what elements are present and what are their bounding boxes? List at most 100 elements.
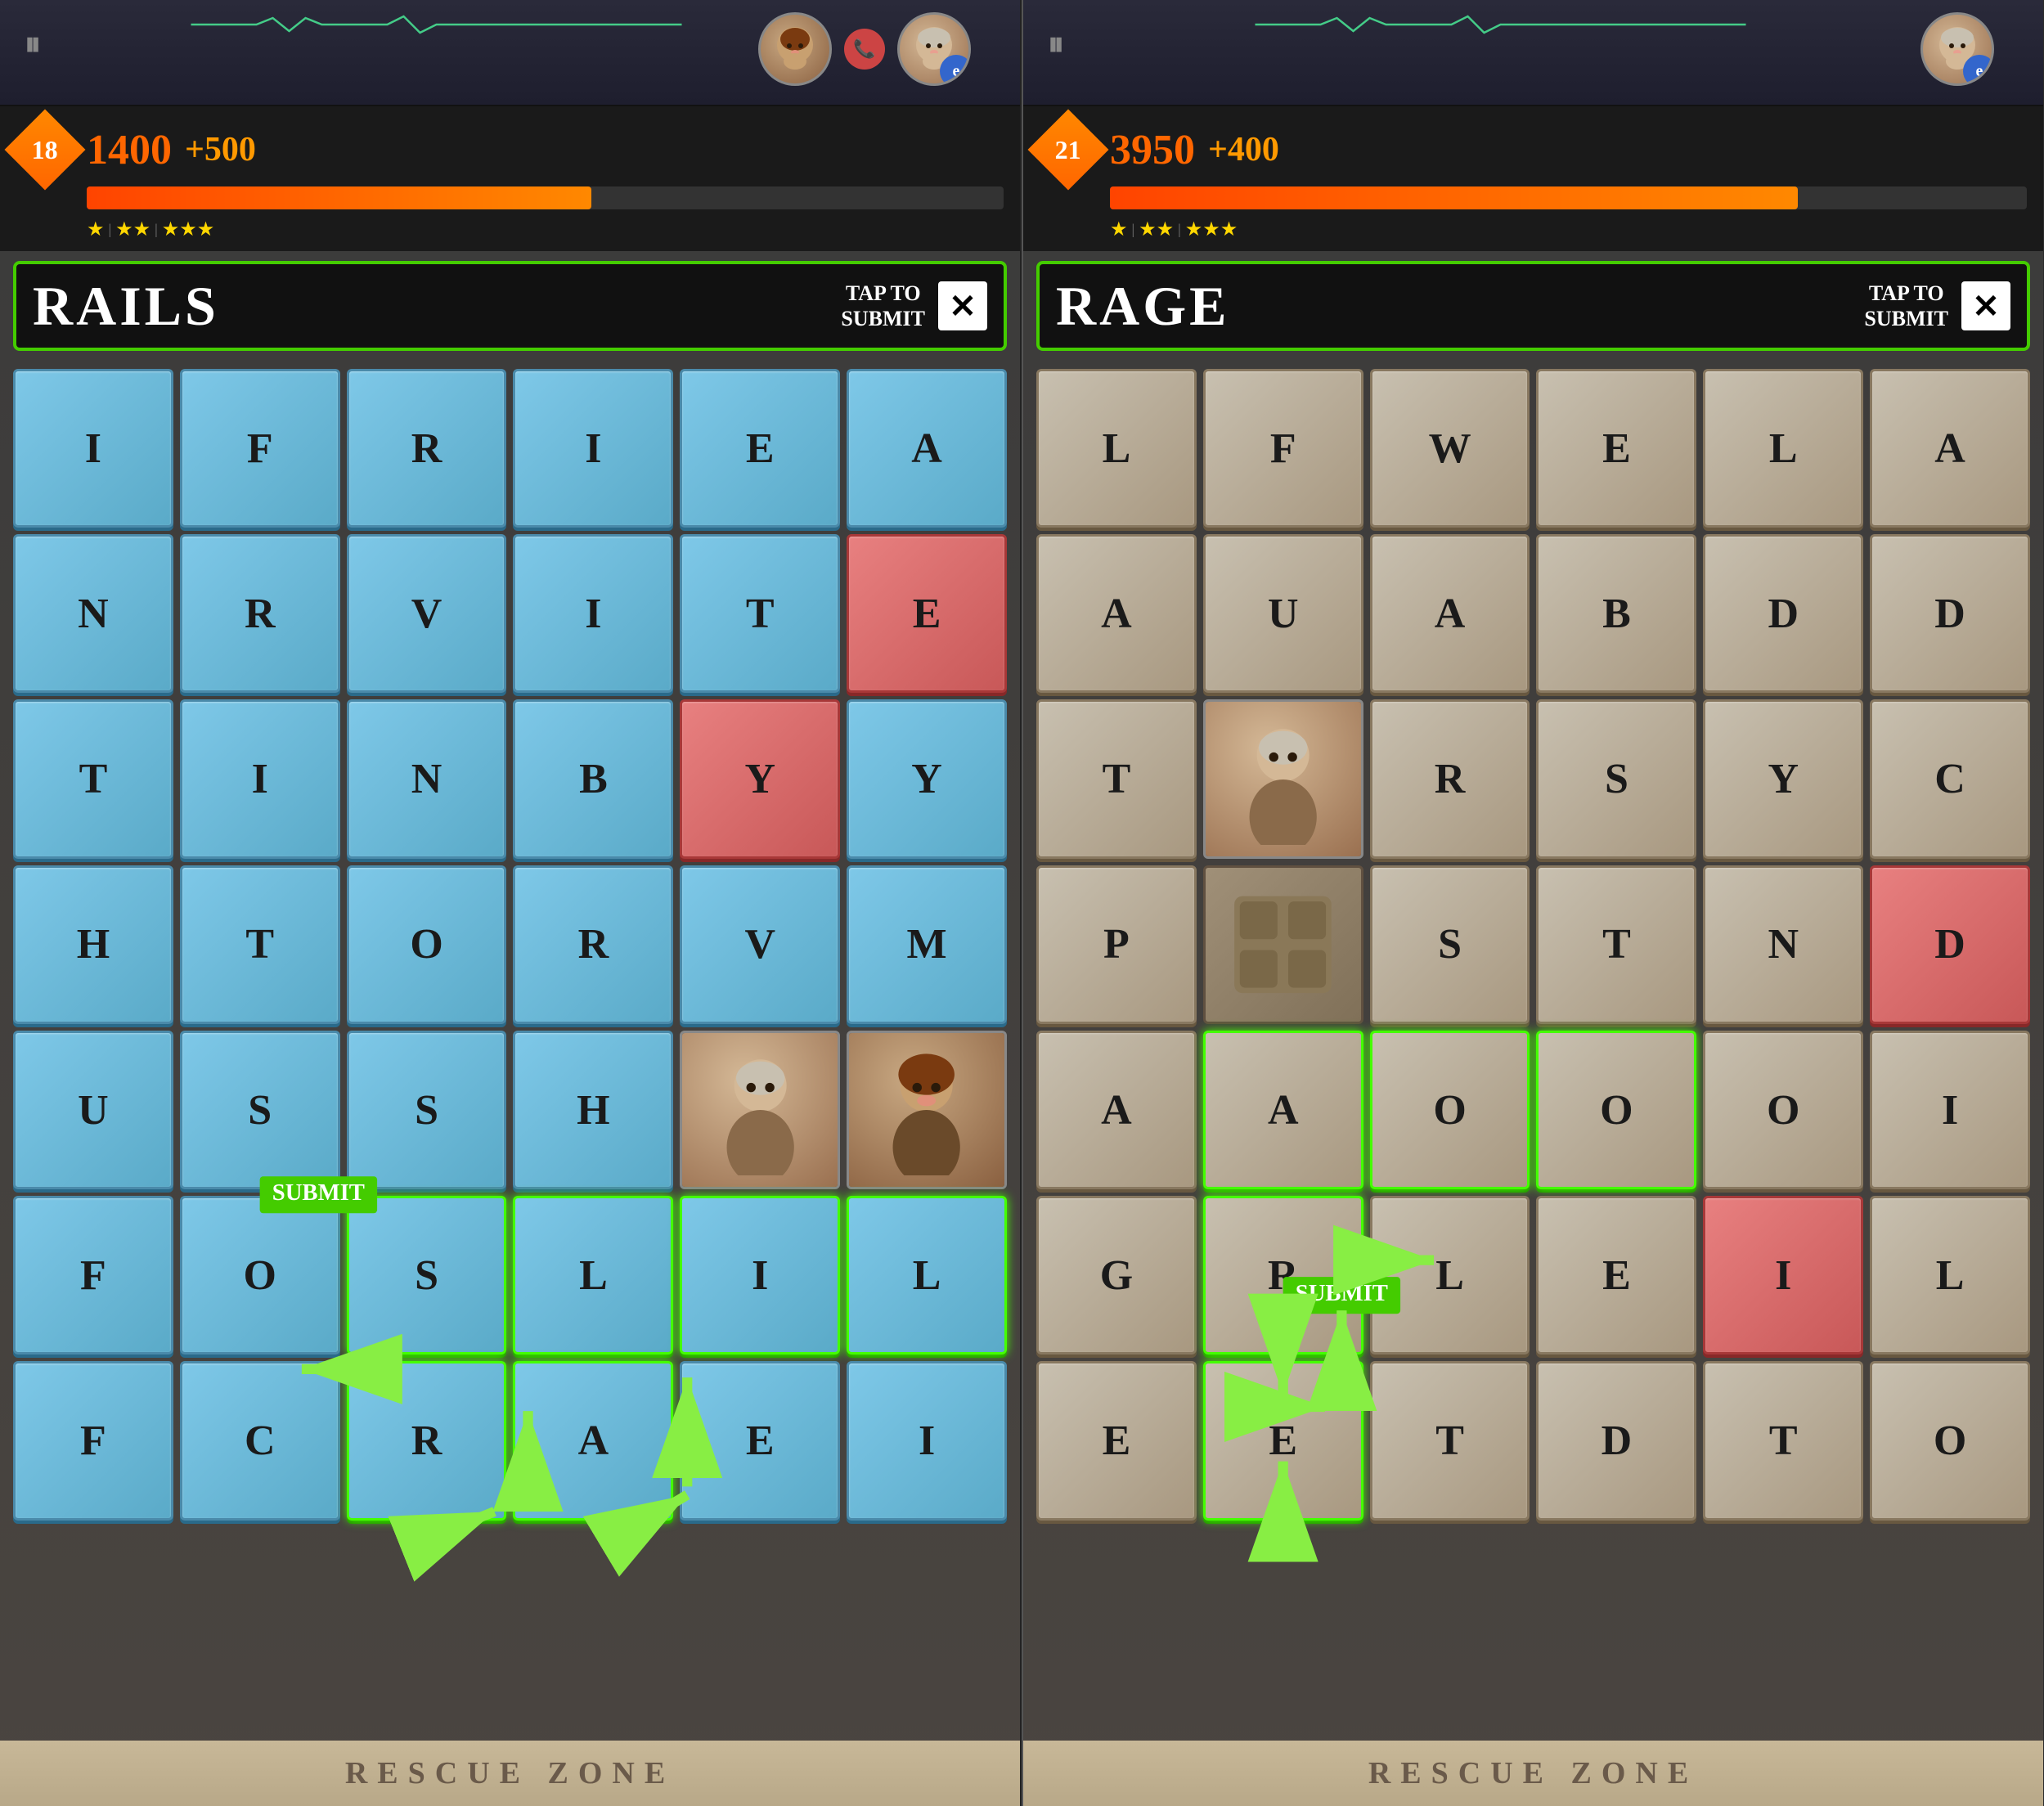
- right-close-button[interactable]: ✕: [1961, 281, 2010, 330]
- rtile-6-2[interactable]: T: [1370, 1361, 1530, 1520]
- rtile-5-1-r[interactable]: R: [1203, 1196, 1363, 1354]
- rtile-6-0[interactable]: E: [1036, 1361, 1197, 1520]
- tile-5-1[interactable]: O: [180, 1196, 340, 1354]
- tile-0-5[interactable]: A: [847, 369, 1007, 528]
- rtile-4-0[interactable]: A: [1036, 1031, 1197, 1189]
- tile-0-2[interactable]: R: [347, 369, 507, 528]
- tile-3-3[interactable]: R: [513, 865, 673, 1024]
- left-score: 1400: [87, 126, 172, 174]
- rtile-6-5[interactable]: O: [1870, 1361, 2030, 1520]
- tile-5-3-l[interactable]: L: [513, 1196, 673, 1354]
- rtile-5-4[interactable]: I: [1703, 1196, 1863, 1354]
- rtile-6-4[interactable]: T: [1703, 1361, 1863, 1520]
- rtile-0-4[interactable]: L: [1703, 369, 1863, 528]
- right-avatar-male: e: [1920, 12, 1994, 86]
- tile-1-0[interactable]: N: [13, 534, 173, 693]
- tile-1-3[interactable]: I: [513, 534, 673, 693]
- tile-3-1[interactable]: T: [180, 865, 340, 1024]
- left-pause-button[interactable]: ⏸: [25, 25, 46, 63]
- tile-4-3[interactable]: H: [513, 1031, 673, 1189]
- rtile-5-5[interactable]: L: [1870, 1196, 2030, 1354]
- rtile-5-2[interactable]: L: [1370, 1196, 1530, 1354]
- rtile-3-3[interactable]: T: [1536, 865, 1696, 1024]
- tile-5-5-l2[interactable]: L: [847, 1196, 1007, 1354]
- tile-4-2[interactable]: S: [347, 1031, 507, 1189]
- tile-4-1[interactable]: S: [180, 1031, 340, 1189]
- right-pause-button[interactable]: ⏸: [1048, 25, 1069, 63]
- rtile-0-5[interactable]: A: [1870, 369, 2030, 528]
- left-grid-wrapper: I F R I E A N R V I T E T I N B Y Y H T …: [0, 361, 1020, 1741]
- tile-2-2[interactable]: N: [347, 699, 507, 858]
- tile-6-0[interactable]: F: [13, 1361, 173, 1520]
- rtile-5-3[interactable]: E: [1536, 1196, 1696, 1354]
- right-e-badge: e: [1963, 55, 1994, 86]
- tile-5-2-s[interactable]: S: [347, 1196, 507, 1354]
- rtile-0-1[interactable]: F: [1203, 369, 1363, 528]
- rtile-4-5[interactable]: I: [1870, 1031, 2030, 1189]
- left-close-button[interactable]: ✕: [938, 281, 987, 330]
- rtile-1-3[interactable]: B: [1536, 534, 1696, 693]
- rtile-2-0[interactable]: T: [1036, 699, 1197, 858]
- tile-0-0[interactable]: I: [13, 369, 173, 528]
- left-tap-submit[interactable]: TAP TOSUBMIT: [841, 281, 925, 331]
- tile-1-1[interactable]: R: [180, 534, 340, 693]
- tile-6-2-r[interactable]: R: [347, 1361, 507, 1520]
- rtile-1-1[interactable]: U: [1203, 534, 1363, 693]
- left-header: ⏸ 📞: [0, 0, 1020, 106]
- rtile-0-3[interactable]: E: [1536, 369, 1696, 528]
- rtile-0-0[interactable]: L: [1036, 369, 1197, 528]
- rtile-5-0[interactable]: G: [1036, 1196, 1197, 1354]
- left-score-bar: 18 1400 +500 ★ | ★★ | ★★★: [0, 106, 1020, 251]
- rtile-1-4[interactable]: D: [1703, 534, 1863, 693]
- right-tap-submit[interactable]: TAP TOSUBMIT: [1864, 281, 1948, 331]
- tile-3-2[interactable]: O: [347, 865, 507, 1024]
- call-icon[interactable]: 📞: [844, 29, 885, 70]
- tile-6-5[interactable]: I: [847, 1361, 1007, 1520]
- tile-5-0[interactable]: F: [13, 1196, 173, 1354]
- rtile-6-3[interactable]: D: [1536, 1361, 1696, 1520]
- tile-2-1[interactable]: I: [180, 699, 340, 858]
- tile-5-4-i[interactable]: I: [680, 1196, 840, 1354]
- rtile-1-5[interactable]: D: [1870, 534, 2030, 693]
- tile-0-1[interactable]: F: [180, 369, 340, 528]
- rtile-2-3[interactable]: S: [1536, 699, 1696, 858]
- tile-2-0[interactable]: T: [13, 699, 173, 858]
- tile-6-1[interactable]: C: [180, 1361, 340, 1520]
- right-word-display[interactable]: RAGE TAP TOSUBMIT ✕: [1036, 261, 2030, 351]
- rtile-2-5[interactable]: C: [1870, 699, 2030, 858]
- left-word-display[interactable]: RAILS TAP TOSUBMIT ✕: [13, 261, 1007, 351]
- rtile-2-2[interactable]: R: [1370, 699, 1530, 858]
- tile-1-2[interactable]: V: [347, 534, 507, 693]
- left-panel: ⏸ 📞: [0, 0, 1022, 1806]
- tile-1-4[interactable]: T: [680, 534, 840, 693]
- tile-2-4[interactable]: Y: [680, 699, 840, 858]
- rtile-1-2[interactable]: A: [1370, 534, 1530, 693]
- rtile-3-5[interactable]: D: [1870, 865, 2030, 1024]
- rtile-4-1-a[interactable]: A: [1203, 1031, 1363, 1189]
- rtile-3-4[interactable]: N: [1703, 865, 1863, 1024]
- rtile-3-2[interactable]: S: [1370, 865, 1530, 1024]
- rtile-4-2-o[interactable]: O: [1370, 1031, 1530, 1189]
- tile-2-3[interactable]: B: [513, 699, 673, 858]
- tile-3-5[interactable]: M: [847, 865, 1007, 1024]
- tile-1-5[interactable]: E: [847, 534, 1007, 693]
- rtile-1-0[interactable]: A: [1036, 534, 1197, 693]
- tile-4-0[interactable]: U: [13, 1031, 173, 1189]
- tile-6-4[interactable]: E: [680, 1361, 840, 1520]
- rtile-6-1-e[interactable]: E: [1203, 1361, 1363, 1520]
- left-level-number: 18: [32, 135, 58, 165]
- rtile-3-1-obstacle: [1203, 865, 1363, 1024]
- left-word: RAILS: [33, 274, 841, 339]
- rtile-3-0[interactable]: P: [1036, 865, 1197, 1024]
- rtile-4-4[interactable]: O: [1703, 1031, 1863, 1189]
- rtile-2-4[interactable]: Y: [1703, 699, 1863, 858]
- tile-0-4[interactable]: E: [680, 369, 840, 528]
- tile-6-3-a[interactable]: A: [513, 1361, 673, 1520]
- rtile-0-2[interactable]: W: [1370, 369, 1530, 528]
- tile-2-5[interactable]: Y: [847, 699, 1007, 858]
- rtile-4-3-o[interactable]: O: [1536, 1031, 1696, 1189]
- tile-3-0[interactable]: H: [13, 865, 173, 1024]
- right-header: ⏸ e: [1023, 0, 2043, 106]
- tile-0-3[interactable]: I: [513, 369, 673, 528]
- tile-3-4[interactable]: V: [680, 865, 840, 1024]
